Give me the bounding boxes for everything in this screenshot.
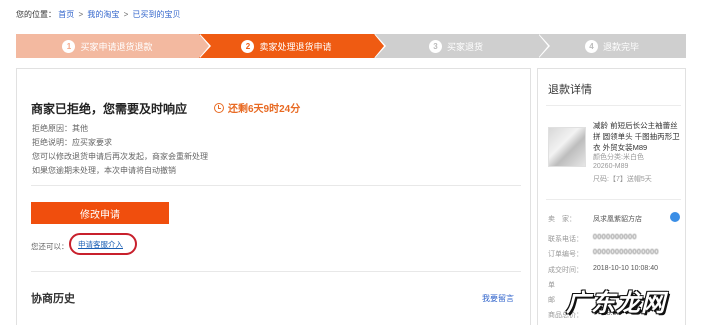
modify-tip: 您可以修改退货申请后再次发起，商家会重新处理 — [32, 152, 208, 161]
watermark: 广东龙网 — [566, 290, 666, 317]
step-buyer-return: 3 买家退货 — [374, 34, 538, 58]
phone-value: 0000000000 — [593, 234, 637, 241]
refund-details-title: 退款详情 — [548, 84, 592, 96]
divider — [31, 185, 521, 186]
breadcrumb-home[interactable]: 首页 — [58, 10, 74, 19]
unit-row: 单 — [548, 280, 555, 290]
refund-progress-steps: 1 买家申请退货退款 2 卖家处理退货申请 3 买家退货 4 退款完毕 — [16, 34, 686, 58]
step-number: 2 — [241, 39, 255, 53]
divider — [31, 271, 521, 272]
unit-label: 单 — [548, 282, 555, 289]
seller-row: 卖 家： 凤求凰紫貂方店 — [548, 214, 642, 224]
also-label: 您还可以： — [31, 242, 69, 251]
clock-icon — [214, 102, 224, 113]
deal-time-label: 成交时间： — [548, 267, 583, 274]
modify-request-button[interactable]: 修改申请 — [31, 202, 169, 224]
step-refund-complete: 4 退款完毕 — [538, 34, 686, 58]
step-label: 卖家处理退货申请 — [259, 41, 332, 52]
step-label: 买家申请退货退款 — [80, 41, 153, 52]
breadcrumb: 您的位置： 首页 > 我的淘宝 > 已买到的宝贝 — [16, 9, 181, 20]
reject-reason: 拒绝原因：其他 — [32, 124, 88, 133]
step-number: 1 — [62, 39, 76, 53]
breadcrumb-prefix: 您的位置： — [16, 10, 56, 19]
step-label: 买家退货 — [446, 41, 483, 52]
phone-label: 联系电话： — [548, 236, 583, 243]
refund-status-panel: 商家已拒绝，您需要及时响应 还剩6天9时24分 拒绝原因：其他 拒绝说明：应买家… — [16, 68, 531, 325]
status-title: 商家已拒绝，您需要及时响应 — [31, 102, 188, 116]
step-apply-refund: 1 买家申请退货退款 — [16, 34, 199, 58]
step-number: 4 — [584, 39, 598, 53]
product-size: 尺码:【7】送帽5天 — [593, 176, 652, 183]
seller-name[interactable]: 凤求凰紫貂方店 — [593, 214, 642, 224]
countdown-text: 还剩6天9时24分 — [228, 104, 301, 115]
step-seller-process: 2 卖家处理退货申请 — [199, 34, 374, 58]
step-arrow — [199, 34, 209, 58]
divider — [546, 105, 681, 106]
divider — [546, 199, 681, 200]
phone-row: 联系电话： 0000000000 — [548, 234, 636, 244]
seller-label: 卖 家： — [548, 216, 576, 223]
deal-time-row: 成交时间： 2018-10-10 10:08:40 — [548, 265, 658, 275]
order-label: 订单编号： — [548, 251, 583, 258]
step-arrow — [374, 34, 384, 58]
chat-icon[interactable] — [670, 212, 680, 222]
postage-row: 邮 — [548, 295, 555, 305]
product-sku: 20260-M89 — [593, 163, 629, 170]
breadcrumb-my-taobao[interactable]: 我的淘宝 — [87, 10, 119, 19]
order-number: 000000000000000 — [593, 249, 659, 256]
order-row: 订单编号： 000000000000000 — [548, 249, 658, 259]
product-thumbnail[interactable] — [548, 127, 586, 167]
breadcrumb-bought-items[interactable]: 已买到的宝贝 — [133, 10, 181, 19]
step-label: 退款完毕 — [602, 41, 639, 52]
product-name[interactable]: 减龄 前短后长公主袖蕾丝拼 圆领单头 千图抽丙形卫衣 外贸女装M89 — [593, 120, 683, 153]
deal-time-value: 2018-10-10 10:08:40 — [593, 265, 658, 272]
step-number: 3 — [428, 39, 442, 53]
leave-message-link[interactable]: 我要留言 — [482, 293, 514, 304]
reject-explanation: 拒绝说明：应买家要求 — [32, 138, 112, 147]
countdown: 还剩6天9时24分 — [214, 100, 300, 115]
product-color: 颜色分类:米白色 — [593, 154, 644, 161]
step-arrow — [538, 34, 548, 58]
expire-tip: 如果您逾期未处理，本次申请将自动撤销 — [32, 166, 176, 175]
breadcrumb-separator: > — [78, 10, 84, 19]
request-customer-service-link[interactable]: 申请客服介入 — [78, 239, 123, 250]
postage-label: 邮 — [548, 297, 555, 304]
breadcrumb-separator: > — [123, 10, 129, 19]
negotiation-history-title: 协商历史 — [31, 293, 75, 305]
